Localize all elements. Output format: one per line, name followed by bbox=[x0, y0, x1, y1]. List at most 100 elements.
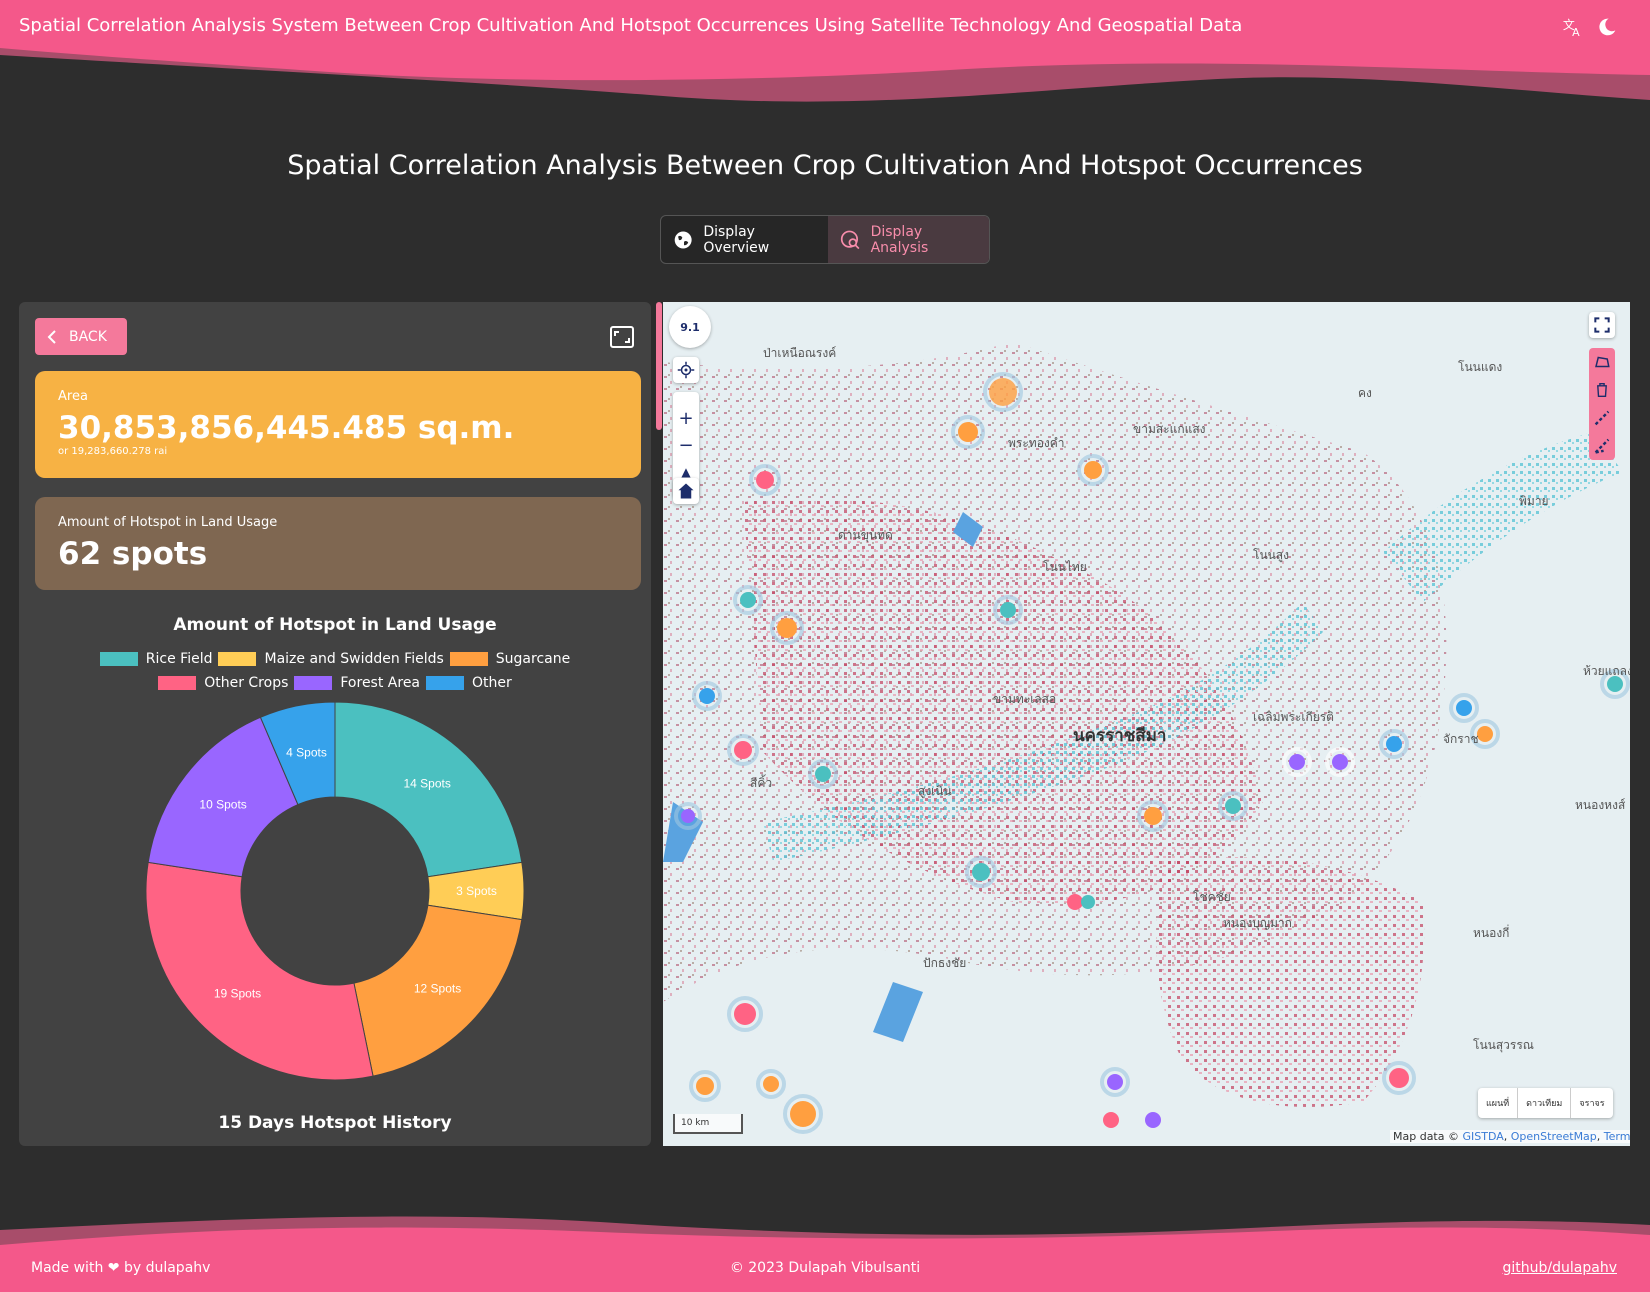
legend-swatch bbox=[294, 676, 333, 690]
display-analysis-button[interactable]: Display Analysis bbox=[828, 216, 989, 263]
map-place-label: ด่านขุนทด bbox=[838, 528, 893, 542]
page-title: Spatial Correlation Analysis Between Cro… bbox=[287, 150, 1363, 181]
legend-swatch bbox=[158, 676, 197, 690]
globe-search-icon bbox=[840, 230, 860, 249]
view-toggle: Display Overview Display Analysis bbox=[660, 215, 990, 264]
legend-label: Other Crops bbox=[204, 675, 289, 691]
hotspot-count-label: Amount of Hotspot in Land Usage bbox=[58, 515, 278, 530]
attribution-osm-link[interactable]: OpenStreetMap bbox=[1511, 1130, 1597, 1143]
legend-label: Sugarcane bbox=[495, 651, 571, 667]
display-analysis-label: Display Analysis bbox=[870, 223, 929, 256]
legend-label: Rice Field bbox=[145, 651, 213, 667]
moon-icon[interactable] bbox=[1594, 14, 1620, 40]
map-place-label: พระทองคำ bbox=[1008, 436, 1065, 450]
zoom-out-button[interactable]: − bbox=[678, 431, 693, 459]
legend-label: Other bbox=[472, 675, 512, 691]
hotspot-count-card: Amount of Hotspot in Land Usage 62 spots bbox=[35, 497, 641, 590]
legend-item[interactable]: Sugarcane bbox=[449, 651, 571, 667]
map-zoom-level: 9.1 bbox=[680, 320, 700, 334]
chart-legend-row-2: Other Crops Forest Area Other bbox=[19, 675, 651, 694]
svg-text:A: A bbox=[1572, 26, 1580, 38]
map-zoom-compass[interactable]: 9.1 bbox=[669, 306, 711, 348]
back-button[interactable]: BACK bbox=[35, 318, 127, 355]
legend-swatch bbox=[218, 652, 257, 666]
legend-item[interactable]: Other bbox=[426, 675, 512, 691]
area-label: Area bbox=[58, 389, 88, 404]
map-place-label: สีคิ้ว bbox=[750, 776, 773, 790]
copyright: © 2023 Dulapah Vibulsanti bbox=[729, 1260, 921, 1276]
translate-icon[interactable]: 文A bbox=[1560, 14, 1586, 40]
attribution-prefix: Map data © bbox=[1393, 1130, 1459, 1143]
zoom-in-button[interactable]: + bbox=[678, 405, 693, 431]
area-rai: or 19,283,660.278 rai bbox=[58, 446, 168, 457]
hotspot-donut-chart: 14 Spots 3 Spots 12 Spots 19 Spots 10 Spots 4… bbox=[145, 701, 525, 1081]
attribution-terms-link[interactable]: Terms bbox=[1604, 1130, 1630, 1143]
area-value: 30,853,856,445.485 sq.m. bbox=[58, 410, 515, 446]
hotspot-count-value: 62 spots bbox=[58, 536, 208, 572]
donut-slice-label: 12 Spots bbox=[414, 981, 461, 995]
map-place-label: ป่าเหนือณรงค์ bbox=[763, 346, 837, 360]
base-layer-map[interactable]: แผนที่ bbox=[1478, 1088, 1519, 1118]
donut-slice-label: 19 Spots bbox=[214, 987, 261, 1001]
history-title: 15 Days Hotspot History bbox=[218, 1113, 452, 1133]
map-place-label: หนองบุญมาก bbox=[1223, 916, 1292, 930]
map-place-label: โนนสูง bbox=[1253, 548, 1290, 562]
header: Spatial Correlation Analysis System Betw… bbox=[0, 0, 1650, 115]
legend-item[interactable]: Rice Field bbox=[99, 651, 213, 667]
map-view[interactable]: ป่าเหนือณรงค์พระทองคำ ขามสะแกแสงด่านขุนทด… bbox=[663, 302, 1630, 1146]
github-link[interactable]: github/dulapahv bbox=[1503, 1260, 1617, 1276]
draw-polygon-icon[interactable] bbox=[1589, 348, 1615, 376]
legend-label: Maize and Swidden Fields bbox=[264, 651, 444, 667]
base-layer-switcher: แผนที่ ดาวเทียม จราจร bbox=[1478, 1088, 1613, 1118]
map-place-label: โนนไทย bbox=[1043, 560, 1087, 574]
display-overview-button[interactable]: Display Overview bbox=[661, 216, 828, 263]
base-layer-traffic[interactable]: จราจร bbox=[1571, 1088, 1612, 1118]
locate-icon[interactable] bbox=[673, 357, 699, 383]
map-place-label: ห้วยแถลง bbox=[1583, 664, 1630, 678]
chart-title: Amount of Hotspot in Land Usage bbox=[173, 615, 497, 635]
donut-slice-label: 3 Spots bbox=[456, 884, 497, 898]
trash-icon[interactable] bbox=[1589, 376, 1615, 404]
app-title: Spatial Correlation Analysis System Betw… bbox=[19, 15, 1243, 36]
globe-icon bbox=[674, 231, 692, 248]
map-place-label: สูงเนิน bbox=[918, 784, 952, 798]
back-label: BACK bbox=[69, 328, 107, 345]
draw-toolbar bbox=[1589, 348, 1615, 460]
map-place-label: ขามสะแกแสง bbox=[1133, 422, 1206, 436]
map-place-label: เฉลิมพระเกียรติ bbox=[1253, 710, 1334, 724]
panel-scrollbar[interactable] bbox=[656, 302, 662, 430]
map-place-label: นครราชสีมา bbox=[1073, 726, 1167, 746]
chevron-left-icon bbox=[47, 329, 56, 344]
donut-slice-label: 10 Spots bbox=[199, 797, 246, 811]
legend-item[interactable]: Other Crops bbox=[158, 675, 288, 691]
legend-item[interactable]: Maize and Swidden Fields bbox=[218, 651, 444, 667]
legend-swatch bbox=[99, 652, 138, 666]
fullscreen-icon[interactable] bbox=[610, 326, 634, 348]
map-place-label: โนนสุวรรณ bbox=[1473, 1038, 1534, 1052]
legend-swatch bbox=[426, 676, 465, 690]
map-place-label: ขามทะเลสอ bbox=[993, 692, 1057, 706]
legend-swatch bbox=[449, 652, 488, 666]
donut-slice[interactable] bbox=[145, 861, 374, 1081]
map-place-label: หนองกี่ bbox=[1473, 926, 1510, 940]
legend-item[interactable]: Forest Area bbox=[294, 675, 420, 691]
measure-distance-icon[interactable] bbox=[1589, 404, 1615, 432]
base-layer-satellite[interactable]: ดาวเทียม bbox=[1518, 1088, 1572, 1118]
map-scale: 10 km bbox=[673, 1114, 743, 1134]
map-place-label: จักราช bbox=[1443, 732, 1479, 746]
display-overview-label: Display Overview bbox=[703, 223, 770, 256]
map-place-label: พิมาย bbox=[1519, 494, 1549, 508]
map-fullscreen-icon[interactable] bbox=[1589, 312, 1615, 338]
home-icon[interactable] bbox=[673, 478, 699, 504]
chart-legend-row-1: Rice Field Maize and Swidden Fields Sugarc… bbox=[19, 651, 651, 670]
analysis-panel: BACK Area 30,853,856,445.485 sq.m. or 19… bbox=[19, 302, 651, 1146]
footer-wave bbox=[0, 1216, 1650, 1292]
donut-slice-label: 14 Spots bbox=[403, 777, 450, 791]
map-place-label: ปักธงชัย bbox=[923, 956, 967, 970]
donut-slice-label: 4 Spots bbox=[286, 745, 327, 759]
measure-area-icon[interactable] bbox=[1589, 432, 1615, 460]
map-place-label: หนองหงส์ bbox=[1575, 798, 1626, 812]
attribution-gistda-link[interactable]: GISTDA bbox=[1462, 1130, 1503, 1143]
map-attribution: Map data © GISTDA, OpenStreetMap, Terms bbox=[1390, 1130, 1630, 1143]
map-place-label: โชคชัย bbox=[1193, 890, 1231, 904]
